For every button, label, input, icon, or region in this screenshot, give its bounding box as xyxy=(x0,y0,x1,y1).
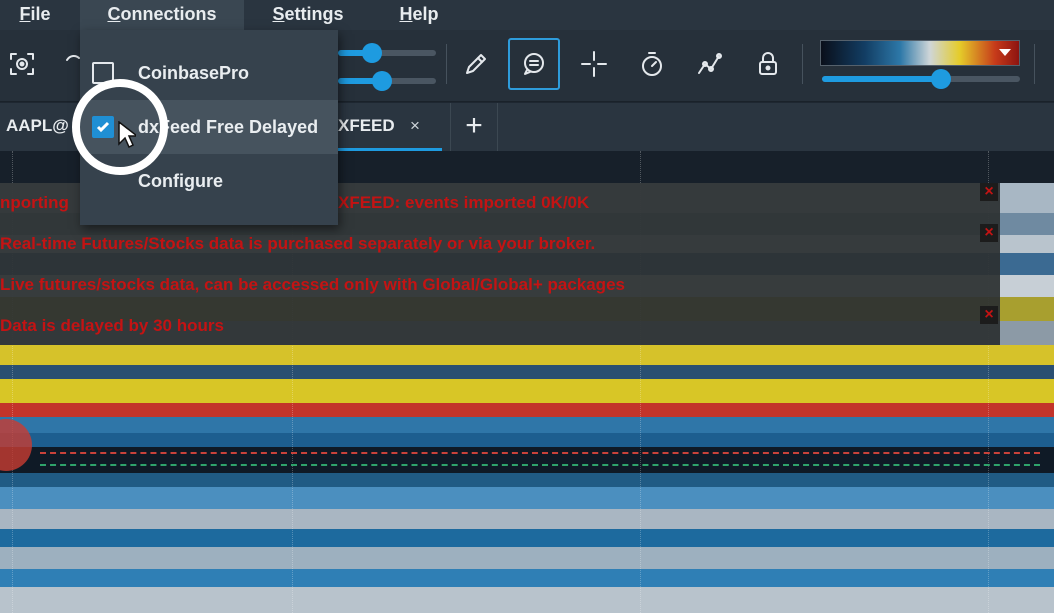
status-message-prefix: nporting xyxy=(0,193,69,212)
heatmap-band xyxy=(0,365,1054,379)
add-tab-button[interactable]: + xyxy=(450,103,498,151)
menu-file-mnemonic: F xyxy=(19,4,31,24)
tab-dxfeed-label: XFEED xyxy=(338,116,395,135)
menu-connections[interactable]: Connections xyxy=(80,0,244,30)
heatmap-contrast-knob[interactable] xyxy=(930,69,951,89)
menu-connections-mnemonic: C xyxy=(107,4,121,24)
status-message: XFEED: events imported 0K/0K xyxy=(338,193,590,212)
indicators-icon[interactable] xyxy=(690,44,730,84)
heatmap-band xyxy=(0,447,1054,473)
heatmap-band xyxy=(0,529,1054,547)
slider-top-knob[interactable] xyxy=(362,43,383,63)
menu-settings-label: ettings xyxy=(284,4,344,24)
timer-icon[interactable] xyxy=(632,44,672,84)
menu-item-label: CoinbasePro xyxy=(138,63,250,83)
dismiss-message-button[interactable]: × xyxy=(980,306,998,324)
menu-file-label: ile xyxy=(30,4,51,24)
slider-bottom-knob[interactable] xyxy=(372,71,393,91)
tab-aapl[interactable]: AAPL@ xyxy=(0,103,78,151)
heatmap-contrast-fill xyxy=(822,76,941,82)
menu-bar: File Connections Settings Help xyxy=(0,0,1054,30)
menu-file[interactable]: File xyxy=(6,0,64,30)
slider-bottom[interactable] xyxy=(338,71,436,91)
slider-top[interactable] xyxy=(338,43,436,63)
menu-settings-mnemonic: S xyxy=(272,4,285,24)
heatmap-band xyxy=(0,509,1054,529)
menu-connections-label: onnections xyxy=(120,4,217,24)
status-message: Data is delayed by 30 hours xyxy=(0,316,224,335)
bid-level-line xyxy=(40,464,1040,466)
lock-icon[interactable] xyxy=(748,44,788,84)
menu-help-mnemonic: H xyxy=(399,4,413,24)
menu-help[interactable]: Help xyxy=(388,0,450,30)
chevron-down-icon xyxy=(999,49,1011,56)
cursor-icon xyxy=(118,121,136,149)
tab-dxfeed[interactable]: XFEED × xyxy=(338,103,442,151)
heatmap-contrast-slider[interactable] xyxy=(822,69,1020,89)
heatmap-band xyxy=(0,547,1054,569)
heatmap-band xyxy=(0,403,1054,417)
screenshot-icon[interactable] xyxy=(2,44,42,84)
toolbar-divider xyxy=(802,44,803,84)
heatmap-band xyxy=(0,379,1054,403)
close-icon[interactable]: × xyxy=(410,103,420,149)
heatmap-band xyxy=(0,569,1054,587)
heatmap-band xyxy=(0,487,1054,509)
dismiss-message-button[interactable]: × xyxy=(980,224,998,242)
dismiss-message-button[interactable]: × xyxy=(980,183,998,201)
pencil-icon[interactable] xyxy=(456,44,496,84)
menu-settings[interactable]: Settings xyxy=(262,0,354,30)
ask-level-line xyxy=(40,452,1040,454)
heatmap-band xyxy=(0,473,1054,487)
heatmap-band xyxy=(0,417,1054,433)
chat-icon[interactable] xyxy=(508,38,560,90)
status-message: Real-time Futures/Stocks data is purchas… xyxy=(0,234,596,253)
color-scheme-select[interactable] xyxy=(820,40,1020,66)
heatmap-band xyxy=(0,587,1054,613)
toolbar-divider xyxy=(446,44,447,84)
toolbar-divider xyxy=(1034,44,1035,84)
heatmap-band xyxy=(0,433,1054,447)
status-message: Live futures/stocks data, can be accesse… xyxy=(0,275,625,294)
menu-help-label: elp xyxy=(412,4,439,24)
heatmap-band xyxy=(0,345,1054,365)
crosshair-icon[interactable] xyxy=(574,44,614,84)
